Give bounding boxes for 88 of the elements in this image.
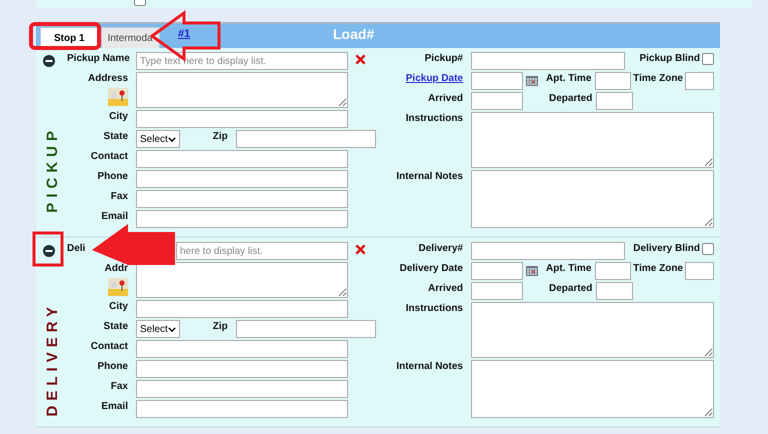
field-label: Time Zone xyxy=(633,72,683,86)
delete-icon[interactable] xyxy=(355,244,366,255)
field-label: Internal Notes xyxy=(396,170,463,184)
field-label: Email xyxy=(101,210,128,224)
field-label: Internal Notes xyxy=(396,360,463,374)
highlight-box xyxy=(29,22,101,50)
email-field[interactable] xyxy=(136,210,348,228)
field-label: Arrived xyxy=(428,282,463,296)
collapse-icon[interactable] xyxy=(43,55,55,67)
notes-field[interactable] xyxy=(471,170,714,228)
contact-field[interactable] xyxy=(136,150,348,168)
field-label: Pickup Name xyxy=(67,52,130,66)
field-label: Arrived xyxy=(428,92,463,106)
city-field[interactable] xyxy=(136,110,348,128)
contact-field[interactable] xyxy=(136,340,348,358)
field-label: Pickup# xyxy=(424,52,463,66)
date-field[interactable] xyxy=(471,72,523,90)
zip-field[interactable] xyxy=(236,320,376,338)
field-label: Fax xyxy=(110,190,128,204)
number-field[interactable] xyxy=(471,52,625,70)
notes-field[interactable] xyxy=(471,360,714,418)
field-label: City xyxy=(109,110,128,124)
field-label: Time Zone xyxy=(633,262,683,276)
field-label: Contact xyxy=(90,340,128,354)
field-label: Zip xyxy=(212,320,228,334)
timezone-field[interactable] xyxy=(685,72,714,90)
number-field[interactable] xyxy=(471,242,625,260)
calendar-icon[interactable] xyxy=(526,266,538,276)
email-field[interactable] xyxy=(136,400,348,418)
departed-field[interactable] xyxy=(596,92,634,110)
field-label: State xyxy=(104,320,128,334)
field-label: Phone xyxy=(97,170,128,184)
arrived-field[interactable] xyxy=(471,92,523,110)
name-field[interactable]: here to display list. xyxy=(176,242,348,260)
timezone-field[interactable] xyxy=(685,262,714,280)
field-label: City xyxy=(109,300,128,314)
state-dropdown[interactable]: Select xyxy=(136,320,180,338)
field-label: Apt. Time xyxy=(546,262,592,276)
field-label: Address xyxy=(88,72,128,86)
field-label: Fax xyxy=(110,380,128,394)
city-field[interactable] xyxy=(136,300,348,318)
phone-field[interactable] xyxy=(136,360,348,378)
field-label: Deli xyxy=(67,242,86,256)
address-field[interactable] xyxy=(136,72,348,108)
blind-checkbox[interactable] xyxy=(702,53,714,65)
field-label: Zip xyxy=(212,130,228,144)
state-dropdown[interactable]: Select xyxy=(136,130,180,148)
zip-field[interactable] xyxy=(236,130,376,148)
field-label: Delivery Date xyxy=(400,262,463,276)
fax-field[interactable] xyxy=(136,190,348,208)
section-title: PICKUP xyxy=(44,126,62,212)
address-field[interactable] xyxy=(136,262,348,298)
field-label: Instructions xyxy=(406,112,463,126)
field-label: Delivery# xyxy=(418,242,463,256)
map-pin-icon[interactable] xyxy=(108,88,128,106)
tab[interactable]: Intermoda xyxy=(100,27,160,48)
time-field[interactable] xyxy=(595,72,632,90)
calendar-icon[interactable] xyxy=(526,76,538,86)
blind-checkbox[interactable] xyxy=(702,243,714,255)
field-label: Departed xyxy=(549,282,592,296)
delete-icon[interactable] xyxy=(355,54,366,65)
load-label: Load# xyxy=(333,26,374,42)
fax-field[interactable] xyxy=(136,380,348,398)
section-title: DELIVERY xyxy=(44,302,62,416)
instructions-field[interactable] xyxy=(471,302,714,358)
stop-link[interactable]: #1 xyxy=(178,28,190,40)
field-label: Email xyxy=(101,400,128,414)
highlight-box xyxy=(32,232,64,266)
field-label: Delivery Blind xyxy=(633,242,700,256)
arrived-field[interactable] xyxy=(471,282,523,300)
field-label: Instructions xyxy=(406,302,463,316)
field-label: Addr xyxy=(104,262,128,276)
field-label: Apt. Time xyxy=(546,72,592,86)
chevron-icon xyxy=(168,136,176,142)
date-link[interactable]: Pickup Date xyxy=(406,72,463,86)
field-label: Contact xyxy=(90,150,128,164)
instructions-field[interactable] xyxy=(471,112,714,168)
map-pin-icon[interactable] xyxy=(108,278,128,296)
phone-field[interactable] xyxy=(136,170,348,188)
departed-field[interactable] xyxy=(596,282,634,300)
field-label: Pickup Blind xyxy=(639,52,700,66)
time-field[interactable] xyxy=(595,262,632,280)
field-label: State xyxy=(104,130,128,144)
collapse-icon[interactable] xyxy=(43,245,55,257)
field-label: Phone xyxy=(97,360,128,374)
chevron-icon xyxy=(168,326,176,332)
date-field[interactable] xyxy=(471,262,523,280)
field-label: Departed xyxy=(549,92,592,106)
